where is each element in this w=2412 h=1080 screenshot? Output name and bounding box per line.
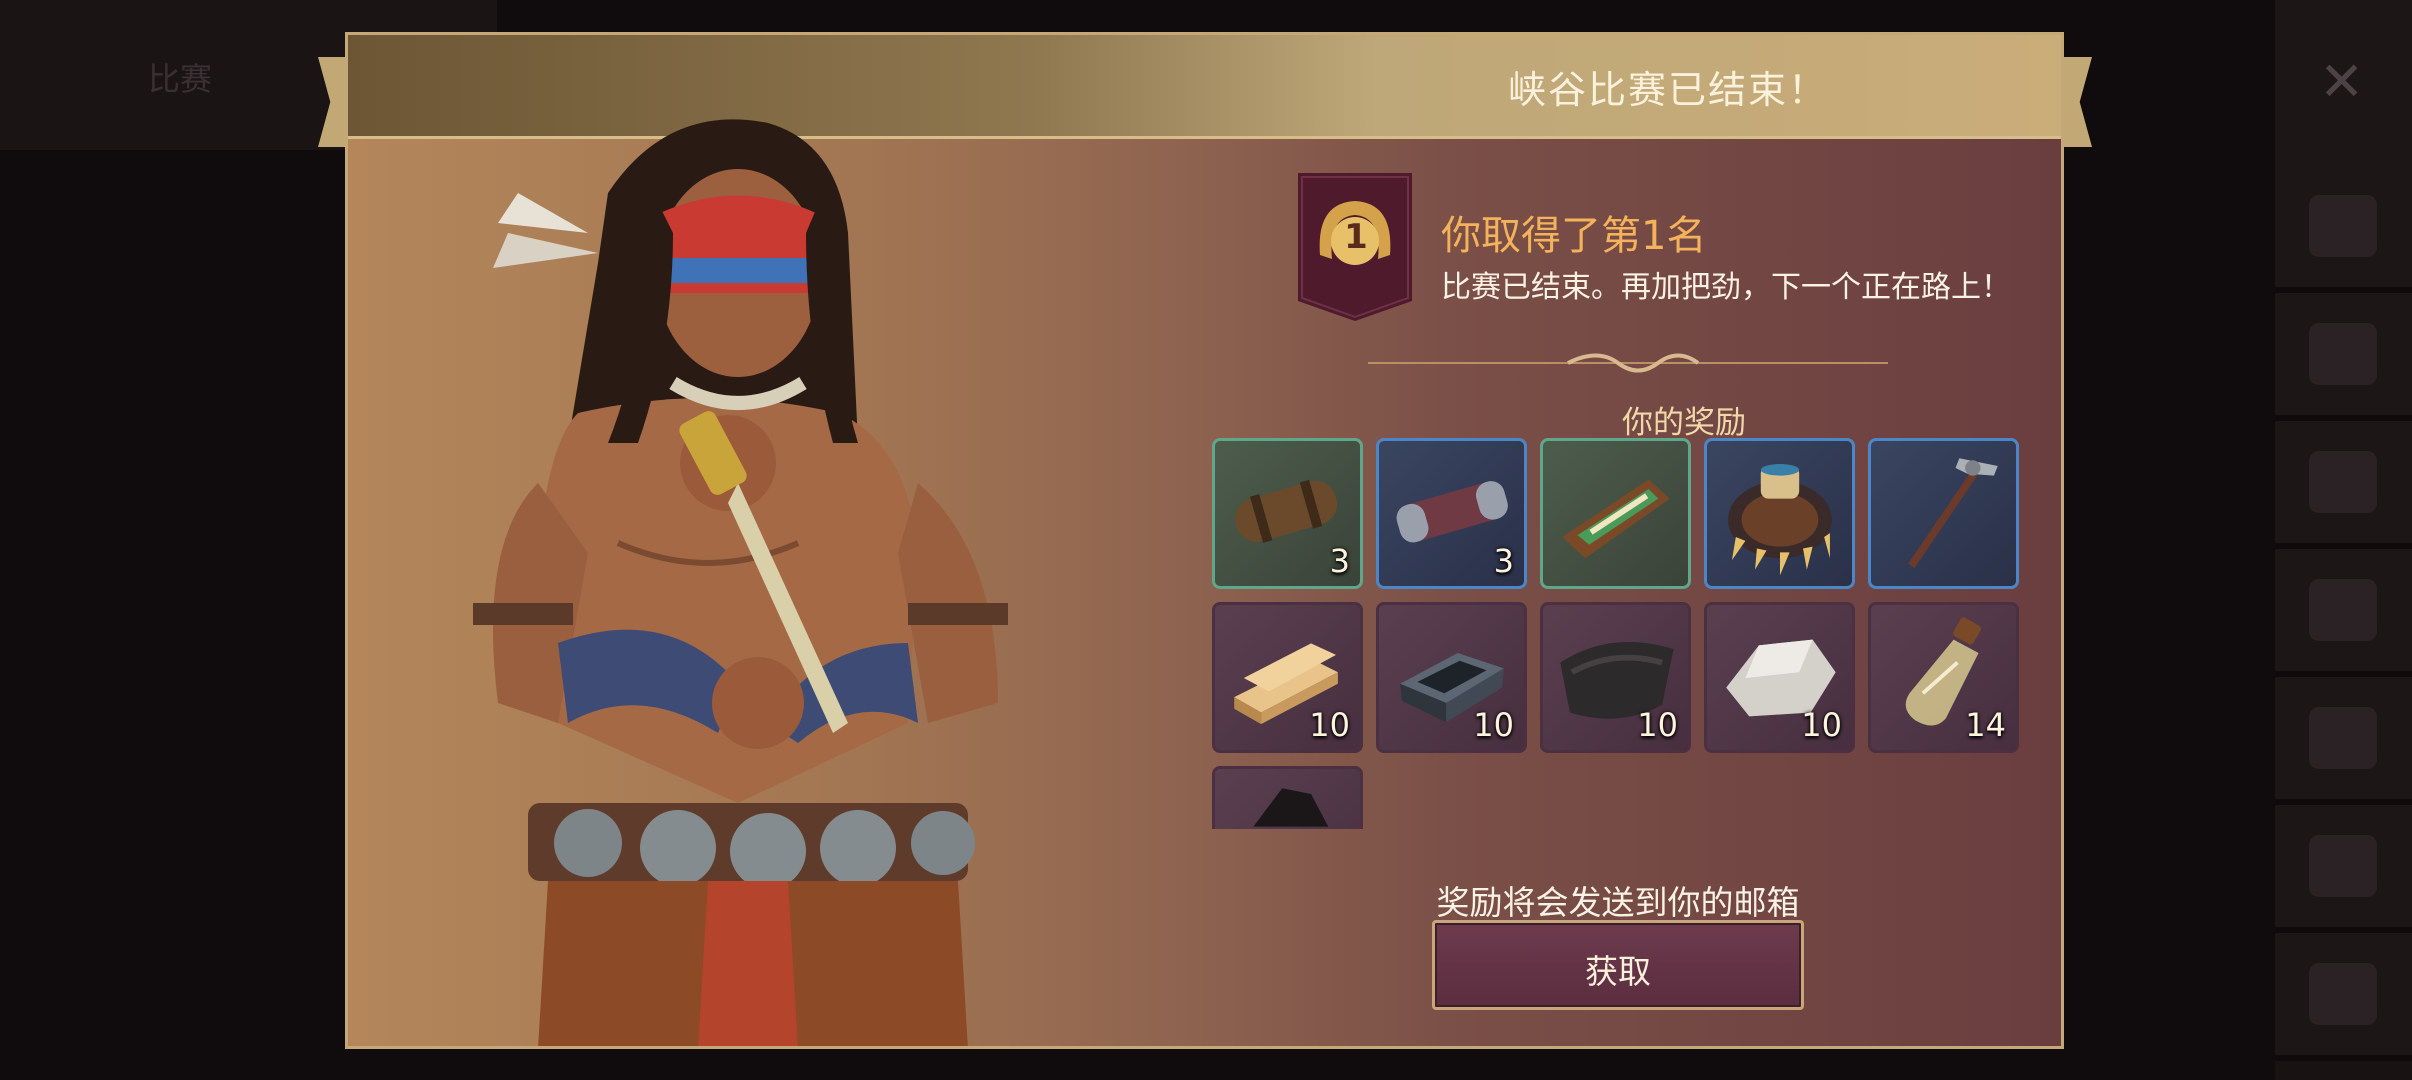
- close-icon: ✕: [2319, 50, 2365, 113]
- reward-quantity: 10: [1801, 706, 1842, 744]
- rewards-grid: 3 3 10 10 10 10 14: [1212, 438, 2037, 829]
- mail-notice: 奖励将会发送到你的邮箱: [1436, 883, 1800, 922]
- reward-quantity: 10: [1473, 706, 1514, 744]
- bag-icon: [2309, 963, 2377, 1025]
- reward-quantity: 10: [1637, 706, 1678, 744]
- background-close-button[interactable]: ✕: [2275, 0, 2412, 165]
- hat-icon: [2309, 835, 2377, 897]
- result-dialog: 峡谷比赛已结束！ 1 你取得了第1名 比赛已结束。再加把劲，下一个正在路上！ 你…: [345, 32, 2064, 1049]
- beaded-pouch-icon: [1562, 479, 1670, 559]
- reward-slot[interactable]: 10: [1212, 602, 1363, 753]
- rewards-title: 你的奖励: [1622, 405, 1746, 441]
- sidebar-item-bag[interactable]: [2275, 933, 2412, 1061]
- competition-tab-label[interactable]: 比赛: [148, 54, 212, 100]
- reward-slot[interactable]: [1212, 766, 1363, 829]
- claw-necklace-icon: [1728, 464, 1832, 576]
- reward-slot[interactable]: [1540, 438, 1691, 589]
- character-icon: [2309, 323, 2377, 385]
- warrior-portrait: [473, 119, 1008, 1046]
- sidebar-item-coin[interactable]: [2275, 677, 2412, 805]
- dialog-title: 峡谷比赛已结束！: [1507, 68, 1828, 112]
- sidebar-item-ranking[interactable]: [2275, 165, 2412, 293]
- reward-quantity: 10: [1309, 706, 1350, 744]
- claim-button-label: 获取: [1585, 952, 1651, 991]
- reward-quantity: 3: [1493, 542, 1514, 580]
- reward-slot[interactable]: [1868, 438, 2019, 589]
- reward-slot[interactable]: 3: [1212, 438, 1363, 589]
- sidebar-item-building[interactable]: [2275, 421, 2412, 549]
- reward-slot[interactable]: [1704, 438, 1855, 589]
- reward-slot[interactable]: 3: [1376, 438, 1527, 589]
- sidebar-item-character[interactable]: [2275, 293, 2412, 421]
- placement-subtitle: 比赛已结束。再加把劲，下一个正在路上！: [1441, 270, 2011, 305]
- coal-icon: [1253, 788, 1329, 827]
- placement-title: 你取得了第1名: [1441, 213, 1707, 259]
- ornament-divider: [1368, 353, 1888, 373]
- building-icon: [2309, 451, 2377, 513]
- coin-icon: [2309, 707, 2377, 769]
- claim-button[interactable]: 获取: [1432, 920, 1804, 1010]
- sidebar-item-book[interactable]: [2275, 549, 2412, 677]
- sidebar-item-hat[interactable]: [2275, 805, 2412, 933]
- reward-slot[interactable]: 10: [1704, 602, 1855, 753]
- reward-slot[interactable]: 10: [1540, 602, 1691, 753]
- reward-quantity: 3: [1329, 542, 1350, 580]
- rank-badge-number: 1: [1344, 217, 1368, 257]
- background-sidebar: [2275, 165, 2412, 1080]
- reward-slot[interactable]: 10: [1376, 602, 1527, 753]
- book-icon: [2309, 579, 2377, 641]
- reward-slot[interactable]: 14: [1868, 602, 2019, 753]
- tomahawk-icon: [1908, 458, 1998, 568]
- reward-quantity: 14: [1965, 706, 2006, 744]
- ranking-icon: [2309, 195, 2377, 257]
